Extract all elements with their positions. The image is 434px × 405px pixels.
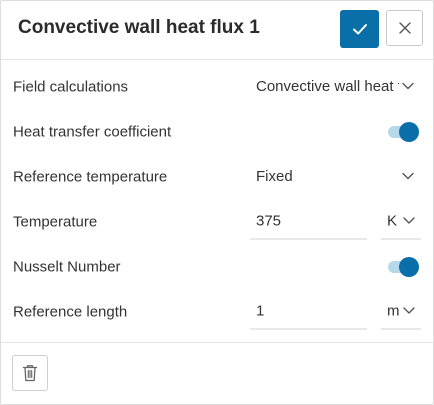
close-button[interactable]	[386, 10, 423, 46]
nusselt-number-label: Nusselt Number	[13, 258, 121, 276]
reference-length-label: Reference length	[13, 303, 128, 321]
heat-transfer-coefficient-row: Heat transfer coefficient	[1, 112, 433, 152]
nusselt-number-row: Nusselt Number	[1, 247, 433, 287]
reference-temperature-select[interactable]: Fixed	[250, 160, 422, 194]
reference-length-value: 1	[256, 302, 265, 320]
toggle-knob	[399, 257, 419, 277]
delete-button[interactable]	[12, 355, 48, 391]
reference-length-row: Reference length 1 m	[1, 292, 433, 332]
reference-temperature-value: Fixed	[256, 168, 293, 185]
field-calculations-row: Field calculations Convective wall heat …	[1, 67, 433, 107]
trash-icon	[22, 365, 38, 382]
panel-header: Convective wall heat flux 1	[1, 1, 433, 60]
temperature-label: Temperature	[13, 213, 98, 231]
temperature-row: Temperature 375 K	[1, 202, 433, 242]
temperature-unit-select[interactable]: K	[381, 205, 421, 240]
panel-footer	[1, 342, 433, 405]
field-calculations-select[interactable]: Convective wall heat flux 1	[250, 70, 422, 104]
reference-temperature-row: Reference temperature Fixed	[1, 157, 433, 197]
field-calculations-value: Convective wall heat flux 1	[256, 78, 399, 95]
properties-panel: Convective wall heat flux 1 Field calcul…	[0, 0, 434, 405]
reference-length-unit-select[interactable]: m	[381, 295, 421, 330]
panel-title: Convective wall heat flux 1	[18, 17, 260, 38]
reference-length-input[interactable]: 1	[250, 295, 367, 330]
reference-temperature-label: Reference temperature	[13, 168, 168, 186]
chevron-down-icon	[403, 307, 415, 314]
toggle-knob	[399, 122, 419, 142]
temperature-unit: K	[387, 212, 398, 230]
chevron-down-icon	[402, 172, 414, 180]
chevron-down-icon	[402, 82, 414, 90]
chevron-down-icon	[403, 217, 415, 224]
close-icon	[398, 22, 411, 34]
nusselt-number-toggle[interactable]	[388, 257, 419, 277]
reference-length-unit: m	[387, 302, 400, 320]
field-calculations-label: Field calculations	[13, 78, 129, 96]
temperature-value: 375	[256, 212, 282, 230]
heat-transfer-coefficient-toggle[interactable]	[388, 122, 419, 142]
check-icon	[352, 24, 367, 35]
heat-transfer-coefficient-label: Heat transfer coefficient	[13, 123, 172, 141]
confirm-button[interactable]	[340, 10, 379, 48]
temperature-input[interactable]: 375	[250, 205, 367, 240]
